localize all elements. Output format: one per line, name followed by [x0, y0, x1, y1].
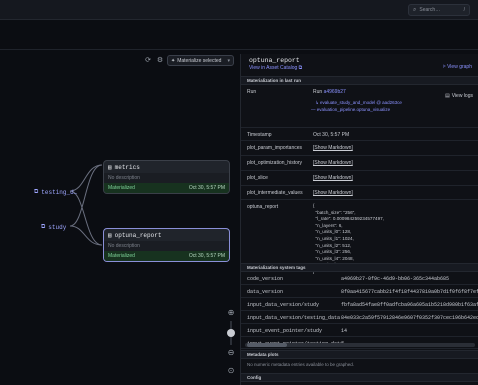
- plot-row: plot_optimization_history [Show Markdown…: [241, 156, 478, 171]
- plot-row: plot_intermediate_values [Show Markdown]: [241, 186, 478, 200]
- show-markdown-link[interactable]: [Show Markdown]: [313, 175, 353, 181]
- node-description: No description: [104, 241, 229, 251]
- upstream-asset-study[interactable]: ⧉ study: [41, 223, 66, 231]
- zoom-in-icon[interactable]: ⊕: [225, 307, 237, 319]
- reload-icon[interactable]: ⟳: [143, 56, 153, 66]
- search-placeholder: Search…: [419, 7, 441, 13]
- tag-row: data_version 8f0aa415677cabb21f4f18f4437…: [241, 285, 478, 298]
- view-in-catalog-link[interactable]: View in Asset Catalog ⧉: [249, 65, 302, 71]
- job-link[interactable]: ↳ evaluate_study_and_model @ aad263ce: [315, 100, 402, 106]
- view-logs-button[interactable]: ▤ View logs: [445, 93, 473, 99]
- upstream-label: study: [48, 223, 67, 231]
- top-nav-bar: ⌕ Search… /: [0, 0, 478, 20]
- tag-row: code_version a4969b27-0f9c-46d9-bb06-365…: [241, 272, 478, 285]
- run-row: Run Run a4969b27 ↳ evaluate_study_and_mo…: [241, 85, 478, 128]
- graph-toolbar: ⟳ ⚙ ✦ Materialize selected ▾: [0, 54, 240, 68]
- pipeline-link[interactable]: — evaluation_pipeline.optuna_visualize: [311, 107, 390, 112]
- show-markdown-link[interactable]: [Show Markdown]: [313, 145, 353, 151]
- materialize-icon: ✦: [171, 57, 176, 64]
- view-graph-link[interactable]: ⊧ View graph: [443, 64, 472, 70]
- asset-detail-panel: optuna_report View in Asset Catalog ⧉ ⊧ …: [240, 54, 478, 385]
- table-icon: ▤: [108, 231, 112, 239]
- zoom-out-icon[interactable]: ⊖: [225, 347, 237, 359]
- show-markdown-link[interactable]: [Show Markdown]: [313, 190, 353, 196]
- section-system-tags: Materialization system tags: [241, 263, 478, 272]
- panel-title: optuna_report: [249, 57, 300, 64]
- search-input[interactable]: ⌕ Search… /: [408, 4, 470, 16]
- settings-icon[interactable]: ⚙: [155, 56, 165, 66]
- node-title: metrics: [114, 163, 140, 171]
- search-shortcut: /: [463, 7, 465, 13]
- plot-row: plot_param_importances [Show Markdown]: [241, 141, 478, 156]
- show-markdown-link[interactable]: [Show Markdown]: [313, 160, 353, 166]
- edge-study-report: [69, 225, 103, 246]
- external-link-icon: ⧉: [34, 188, 39, 195]
- upstream-label: testing_d…: [41, 188, 78, 196]
- materialize-selected-button[interactable]: ✦ Materialize selected ▾: [167, 55, 234, 66]
- logs-icon: ▤: [444, 93, 450, 99]
- node-description: No description: [104, 173, 229, 183]
- tag-row: input_data_version/study fbfa8ad54fae8ff…: [241, 298, 478, 311]
- table-icon: ▤: [108, 163, 112, 171]
- external-link-icon: ⧉: [41, 223, 46, 230]
- header-band: [0, 20, 478, 50]
- horizontal-scrollbar[interactable]: [245, 343, 475, 347]
- search-icon: ⌕: [413, 6, 417, 13]
- upstream-asset-testing-data[interactable]: ⧉ testing_d…: [34, 188, 77, 196]
- download-icon[interactable]: ⊙: [225, 365, 237, 377]
- section-last-run: Materialization in last run: [241, 76, 478, 85]
- dropdown-caret-icon[interactable]: ▾: [227, 58, 230, 64]
- tag-row: input_event_pointer/study 14: [241, 324, 478, 337]
- zoom-controls: ⊕ ⊖ ⊙: [225, 307, 237, 377]
- asset-node-metrics[interactable]: ▤ metrics No description Materialized Oc…: [103, 160, 230, 194]
- materialize-label: Materialize selected: [177, 57, 222, 64]
- section-config[interactable]: Config: [241, 373, 478, 382]
- asset-node-optuna-report[interactable]: ▤ optuna_report No description Materiali…: [103, 228, 230, 262]
- timestamp-row: Timestamp Oct 30, 5:57 PM: [241, 128, 478, 141]
- node-title: optuna_report: [114, 231, 162, 239]
- node-status: Materialized Oct 30, 5:57 PM: [104, 183, 229, 193]
- zoom-slider[interactable]: [227, 321, 235, 345]
- node-status: Materialized Oct 30, 5:57 PM: [104, 251, 229, 261]
- section-metadata-plots: Metadata plots: [241, 350, 478, 359]
- plot-row: plot_slice [Show Markdown]: [241, 171, 478, 186]
- tag-row: input_data_version/testing_data 84e033c2…: [241, 311, 478, 324]
- plots-empty-message: No numeric metadata entries available to…: [247, 362, 355, 367]
- run-id-link[interactable]: a4969b27: [324, 89, 346, 95]
- asset-graph-canvas[interactable]: ⧉ testing_d… ⧉ study ▤ metrics No descri…: [0, 70, 240, 385]
